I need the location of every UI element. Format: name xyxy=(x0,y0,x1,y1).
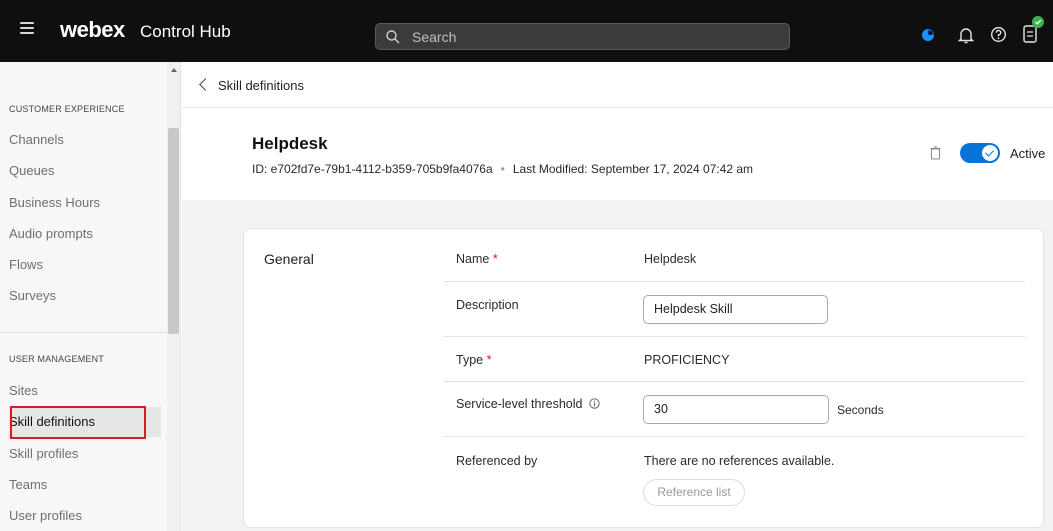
name-label-text: Name xyxy=(456,252,490,266)
trash-icon[interactable] xyxy=(930,146,941,160)
meta-separator: • xyxy=(500,162,505,176)
sidebar-item-teams[interactable]: Teams xyxy=(9,470,161,500)
page-title: Helpdesk xyxy=(252,134,328,153)
sidebar-item-queues[interactable]: Queues xyxy=(9,156,161,186)
search-box[interactable] xyxy=(375,23,790,50)
required-marker: * xyxy=(486,353,492,367)
sidebar: CUSTOMER EXPERIENCE Channels Queues Busi… xyxy=(0,62,181,531)
name-label: Name * xyxy=(456,252,498,266)
section-heading-user-management: USER MANAGEMENT xyxy=(9,354,105,364)
type-value: PROFICIENCY xyxy=(644,353,730,367)
sidebar-scroll-thumb[interactable] xyxy=(168,128,179,334)
referenced-value: There are no references available. xyxy=(644,454,835,468)
bell-icon[interactable] xyxy=(958,26,974,44)
menu-icon[interactable] xyxy=(20,22,34,34)
back-link[interactable]: Skill definitions xyxy=(218,78,304,93)
last-modified: Last Modified: September 17, 2024 07:42 … xyxy=(512,162,754,176)
sidebar-item-flows[interactable]: Flows xyxy=(9,250,161,280)
threshold-unit: Seconds xyxy=(837,403,884,417)
description-label: Description xyxy=(456,298,519,312)
section-heading-customer-experience: CUSTOMER EXPERIENCE xyxy=(9,104,125,114)
threshold-input[interactable]: 30 xyxy=(643,395,829,424)
help-icon[interactable] xyxy=(990,26,1007,43)
row-divider xyxy=(444,381,1025,382)
general-card: General Name * Helpdesk Description Help… xyxy=(243,228,1044,528)
sidebar-item-skill-profiles[interactable]: Skill profiles xyxy=(9,439,161,469)
threshold-label-text: Service-level threshold xyxy=(456,397,583,411)
required-marker: * xyxy=(492,252,498,266)
active-toggle[interactable] xyxy=(960,143,1000,163)
referenced-label: Referenced by xyxy=(456,454,538,468)
description-field[interactable]: Helpdesk Skill xyxy=(643,295,828,324)
search-input[interactable] xyxy=(412,27,772,47)
chevron-left-icon[interactable] xyxy=(199,78,212,91)
type-label-text: Type xyxy=(456,353,484,367)
search-icon xyxy=(386,30,400,44)
sidebar-item-user-profiles[interactable]: User profiles xyxy=(9,501,161,531)
webex-assistant-icon[interactable] xyxy=(920,27,936,43)
scroll-up-arrow-icon[interactable] xyxy=(171,68,177,72)
breadcrumb: Skill definitions xyxy=(182,62,1053,108)
sidebar-item-sites[interactable]: Sites xyxy=(9,376,161,406)
threshold-label: Service-level threshold xyxy=(456,397,600,411)
sidebar-divider xyxy=(0,332,167,333)
product-name: Control Hub xyxy=(140,22,231,41)
page-meta: ID: e702fd7e-79b1-4112-b359-705b9fa4076a… xyxy=(252,162,753,176)
user-status-icon[interactable] xyxy=(1020,14,1046,46)
sidebar-item-business-hours[interactable]: Business Hours xyxy=(9,188,161,218)
active-toggle-label: Active xyxy=(1010,146,1046,161)
check-icon xyxy=(982,145,998,161)
name-value: Helpdesk xyxy=(644,252,697,266)
row-divider xyxy=(444,336,1025,337)
sidebar-item-surveys[interactable]: Surveys xyxy=(9,281,161,311)
type-label: Type * xyxy=(456,353,491,367)
annotation-highlight-box xyxy=(10,406,146,439)
section-title-general: General xyxy=(264,251,314,267)
row-divider xyxy=(444,436,1025,437)
page-header: Helpdesk ID: e702fd7e-79b1-4112-b359-705… xyxy=(182,108,1053,200)
info-icon[interactable] xyxy=(589,398,600,409)
sidebar-item-audio-prompts[interactable]: Audio prompts xyxy=(9,219,161,249)
sidebar-item-channels[interactable]: Channels xyxy=(9,125,161,155)
top-bar: webex Control Hub xyxy=(0,0,1053,62)
skill-id: ID: e702fd7e-79b1-4112-b359-705b9fa4076a xyxy=(252,162,493,176)
row-divider xyxy=(444,281,1025,282)
reference-list-button[interactable]: Reference list xyxy=(643,479,745,506)
brand-logo: webex xyxy=(60,17,125,42)
